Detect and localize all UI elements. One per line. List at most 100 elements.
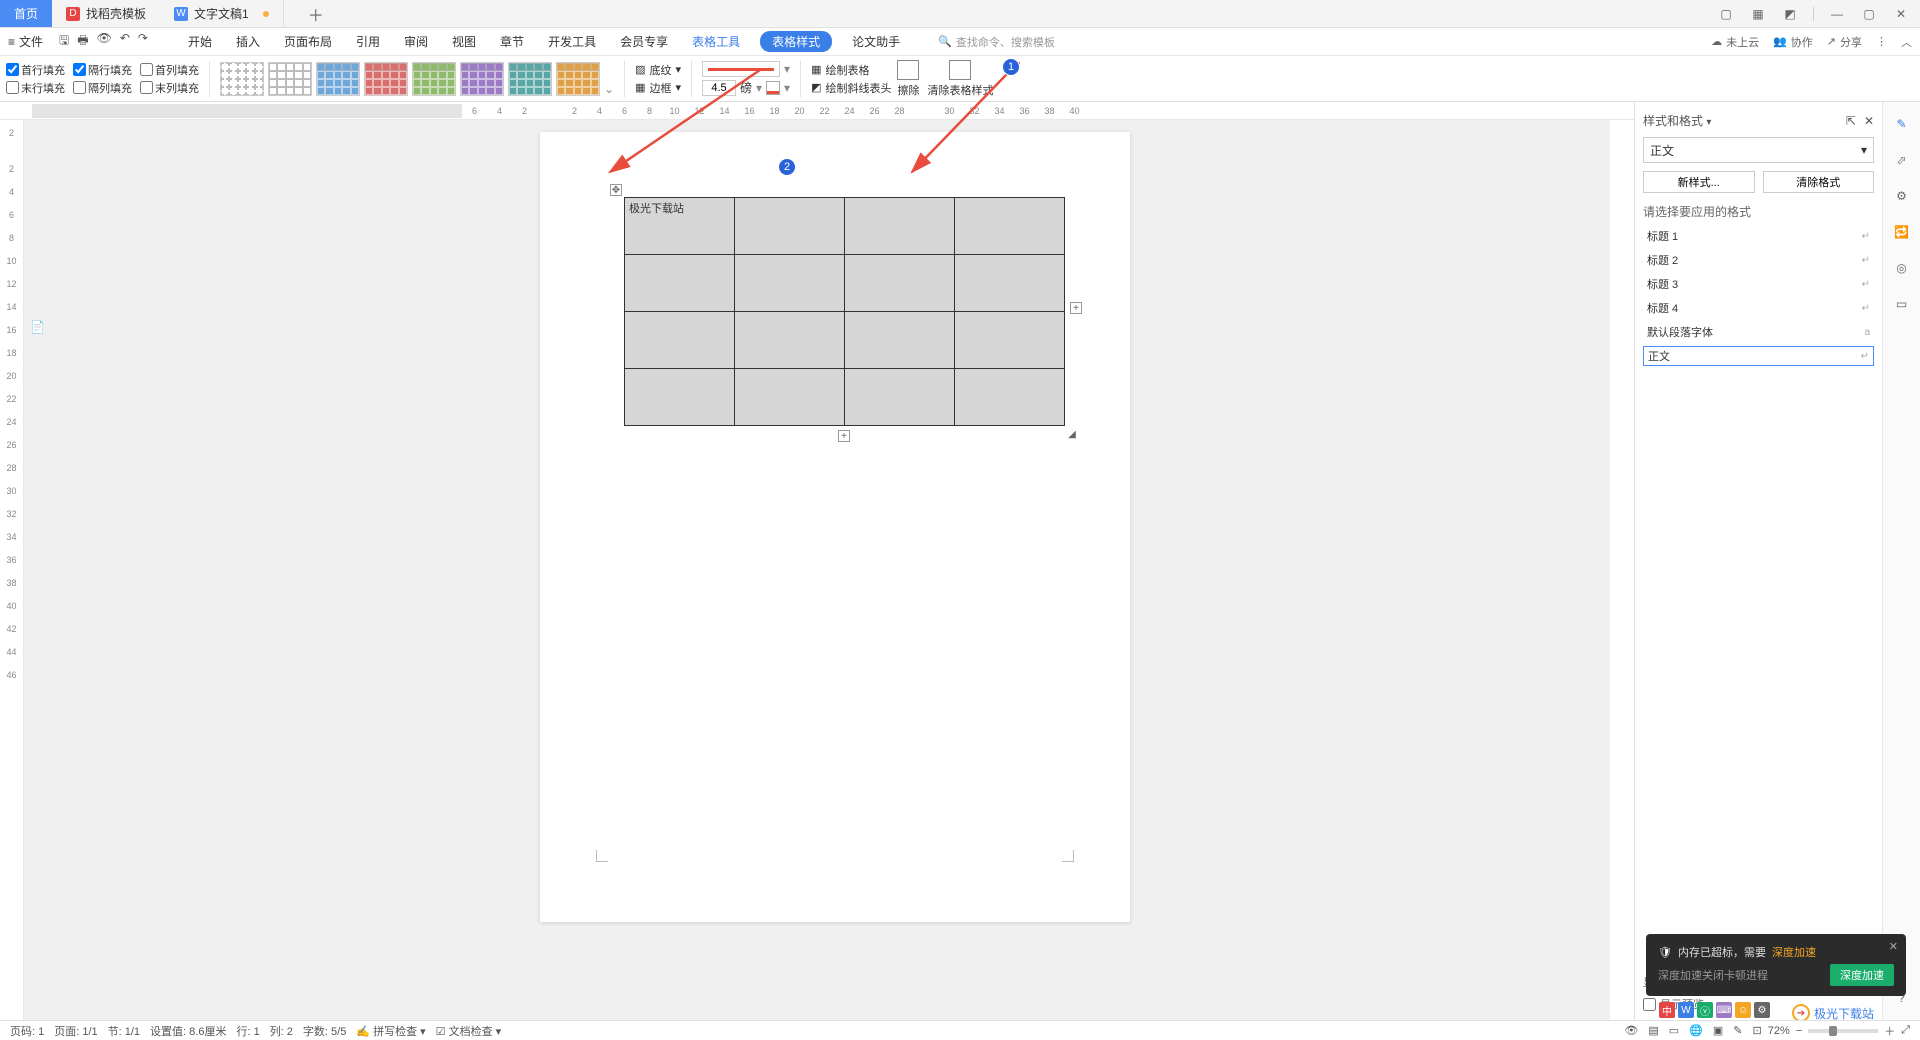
menu-view[interactable]: 视图 (448, 31, 480, 52)
clear-style-button[interactable]: 清除表格样式 (927, 60, 993, 98)
table-add-col-handle[interactable]: + (1070, 302, 1082, 314)
table-cell[interactable] (625, 312, 735, 369)
table-cell[interactable] (845, 198, 955, 255)
apps-icon[interactable]: ▦ (1749, 5, 1767, 23)
first-row-fill[interactable]: 首行填充 (6, 62, 65, 78)
tab-home[interactable]: 首页 (0, 0, 52, 27)
menu-reference[interactable]: 引用 (352, 31, 384, 52)
draw-diag-button[interactable]: ◩绘制斜线表头 (811, 80, 891, 96)
zoom-level[interactable]: 72% (1768, 1025, 1790, 1037)
first-col-fill[interactable]: 首列填充 (140, 62, 199, 78)
ime-w-icon[interactable]: W (1678, 1002, 1694, 1018)
menu-member[interactable]: 会员专享 (616, 31, 672, 52)
view-outline-icon[interactable]: ▭ (1669, 1024, 1679, 1037)
erase-button[interactable]: 擦除 (897, 60, 919, 98)
book-icon[interactable]: ▭ (1892, 294, 1912, 314)
border-button[interactable]: ▦边框▾ (635, 80, 681, 96)
tab-add[interactable]: ＋ (284, 0, 348, 27)
ime-set-icon[interactable]: ⚙ (1754, 1002, 1770, 1018)
more-menu-icon[interactable]: ⋮ (1876, 35, 1887, 48)
style-thumb-plain2[interactable] (268, 62, 312, 96)
pencil-icon[interactable]: ✎ (1892, 114, 1912, 134)
status-spell[interactable]: ✍ 拼写检查 ▾ (356, 1023, 425, 1039)
table-cell[interactable] (955, 255, 1065, 312)
style-list-item[interactable]: 标题 2↵ (1643, 250, 1874, 270)
style-thumb-purple[interactable] (460, 62, 504, 96)
chevron-down-icon[interactable]: ▾ (784, 81, 790, 95)
table-cell[interactable] (625, 369, 735, 426)
last-col-fill[interactable]: 末列填充 (140, 80, 199, 96)
minimize-button[interactable]: — (1828, 5, 1846, 23)
style-thumb-orange[interactable] (556, 62, 600, 96)
fullscreen-icon[interactable]: ⤢ (1901, 1024, 1910, 1037)
table-move-handle[interactable]: ✥ (610, 184, 622, 196)
table-cell[interactable]: 极光下载站 (625, 198, 735, 255)
print-preview-icon[interactable]: 👁 (97, 31, 112, 52)
menu-insert[interactable]: 插入 (232, 31, 264, 52)
ruler-horizontal[interactable]: 642246810121416182022242628303234363840 (0, 102, 1920, 120)
ime-emoji-icon[interactable]: ☺ (1735, 1002, 1751, 1018)
pen-weight-input[interactable] (702, 80, 736, 96)
layout-icon[interactable]: ▢ (1717, 5, 1735, 23)
menu-devtools[interactable]: 开发工具 (544, 31, 600, 52)
tab-template[interactable]: D 找稻壳模板 (52, 0, 160, 27)
document-page[interactable]: ✥ 极光下载站 + + ◢ (540, 132, 1130, 922)
draw-table-button[interactable]: ▦绘制表格 (811, 62, 891, 78)
save-icon[interactable]: 🖫 (59, 31, 69, 52)
toast-action-button[interactable]: 深度加速 (1830, 964, 1894, 986)
style-list-item[interactable]: 标题 4↵ (1643, 298, 1874, 318)
status-page-no[interactable]: 页码: 1 (10, 1023, 44, 1039)
command-search[interactable]: 🔍 查找命令、搜索模板 (938, 34, 1055, 50)
menu-page-layout[interactable]: 页面布局 (280, 31, 336, 52)
zoom-fit-icon[interactable]: ⊡ (1753, 1024, 1762, 1037)
pen-color-picker[interactable] (766, 81, 780, 95)
close-button[interactable]: ✕ (1892, 5, 1910, 23)
status-doccheck[interactable]: ☑ 文档检查 ▾ (436, 1023, 502, 1039)
status-chars[interactable]: 字数: 5/5 (303, 1023, 346, 1039)
ime-v-icon[interactable]: ⓥ (1697, 1002, 1713, 1018)
menu-section[interactable]: 章节 (496, 31, 528, 52)
alt-col-fill[interactable]: 隔列填充 (73, 80, 132, 96)
menu-table-style[interactable]: 表格样式 (760, 31, 832, 52)
style-list-item[interactable]: 标题 3↵ (1643, 274, 1874, 294)
copy-icon[interactable]: 📄 (30, 320, 46, 336)
target-icon[interactable]: ◎ (1892, 258, 1912, 278)
edit-icon[interactable]: ✎ (1733, 1024, 1742, 1037)
ime-kb-icon[interactable]: ⌨ (1716, 1002, 1732, 1018)
shading-button[interactable]: ▨底纹▾ (635, 62, 681, 78)
current-style-select[interactable]: 正文 ▾ (1643, 137, 1874, 163)
table-cell[interactable] (845, 369, 955, 426)
cloud-status[interactable]: ☁未上云 (1711, 34, 1759, 50)
document-table[interactable]: 极光下载站 (624, 197, 1065, 426)
zoom-out-button[interactable]: − (1796, 1025, 1802, 1037)
table-cell[interactable] (735, 198, 845, 255)
style-thumb-teal[interactable] (508, 62, 552, 96)
table-style-gallery[interactable]: ⌄ (220, 62, 614, 96)
toast-close-icon[interactable]: ✕ (1889, 940, 1898, 953)
undo-icon[interactable]: ↶ (120, 31, 130, 52)
view-read-icon[interactable]: ▣ (1713, 1024, 1723, 1037)
table-add-row-handle[interactable]: + (838, 430, 850, 442)
cursor-icon[interactable]: ⬀ (1892, 150, 1912, 170)
table-cell[interactable] (955, 198, 1065, 255)
maximize-button[interactable]: ▢ (1860, 5, 1878, 23)
style-thumb-red[interactable] (364, 62, 408, 96)
style-thumb-plain1[interactable] (220, 62, 264, 96)
last-row-fill[interactable]: 末行填充 (6, 80, 65, 96)
menu-review[interactable]: 审阅 (400, 31, 432, 52)
zoom-slider[interactable] (1808, 1029, 1878, 1033)
coop-button[interactable]: 👥协作 (1773, 34, 1813, 50)
ruler-vertical[interactable]: 2246810121416182022242628303234363840424… (0, 120, 24, 1020)
zoom-in-button[interactable]: ＋ (1884, 1023, 1895, 1039)
status-setval[interactable]: 设置值: 8.6厘米 (150, 1023, 226, 1039)
alt-row-fill[interactable]: 隔行填充 (73, 62, 132, 78)
style-list-item[interactable]: 正文↵ (1643, 346, 1874, 366)
menu-thesis[interactable]: 论文助手 (848, 31, 904, 52)
new-style-button[interactable]: 新样式... (1643, 171, 1755, 193)
table-cell[interactable] (955, 369, 1065, 426)
table-resize-handle[interactable]: ◢ (1066, 428, 1078, 440)
view-web-icon[interactable]: 🌐 (1689, 1024, 1703, 1037)
skin-icon[interactable]: ◩ (1781, 5, 1799, 23)
redo-icon[interactable]: ↷ (138, 31, 148, 52)
close-panel-icon[interactable]: ✕ (1864, 114, 1874, 128)
